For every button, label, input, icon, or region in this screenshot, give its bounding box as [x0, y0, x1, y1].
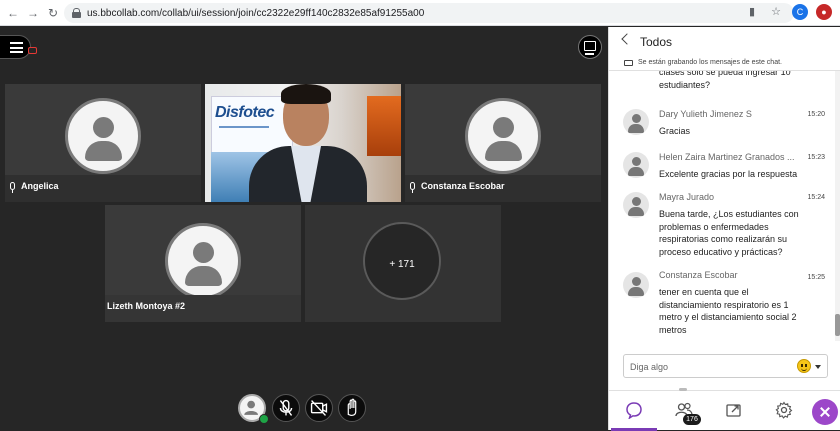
tab-settings[interactable]	[761, 391, 807, 431]
tab-attendees[interactable]: 176	[661, 391, 707, 431]
participant-tile[interactable]: Angelica	[5, 84, 201, 202]
profile-avatar[interactable]: C	[792, 4, 808, 20]
chat-panel: Todos Se están grabando los mensajes de …	[608, 27, 840, 431]
banner-logo-text: Disfotec	[215, 104, 275, 121]
close-panel-button[interactable]	[812, 399, 838, 425]
message-text: Gracias	[659, 126, 691, 136]
message-author: Constanza Escobar	[659, 270, 738, 280]
camera-permission-icon[interactable]: ▮	[744, 4, 760, 20]
message-author: Dary Yulieth Jimenez S	[659, 109, 752, 119]
attendees-count-badge: 176	[683, 414, 701, 425]
chat-scrollbar[interactable]	[835, 71, 840, 341]
message-time: 15:24	[807, 194, 825, 201]
microphone-icon	[10, 182, 15, 193]
more-participants-tile[interactable]: + 171	[305, 205, 501, 322]
raise-hand-icon	[347, 398, 357, 417]
camera-off-icon	[310, 400, 328, 416]
participant-name: Lizeth Montoya #2	[107, 301, 186, 311]
chat-input[interactable]: Diga algo	[623, 354, 828, 378]
browser-toolbar: ← → ↻ us.bbcollab.com/collab/ui/session/…	[0, 0, 840, 26]
my-status-button[interactable]	[238, 394, 269, 424]
status-available-icon	[259, 414, 269, 424]
hamburger-icon	[10, 42, 23, 53]
avatar	[465, 98, 541, 174]
message-author: Helen Zaira Martinez Granados ...	[659, 152, 795, 162]
address-bar[interactable]: us.bbcollab.com/collab/ui/session/join/c…	[64, 3, 794, 23]
back-chevron-icon[interactable]	[621, 33, 633, 45]
share-content-icon	[726, 404, 741, 417]
chat-title: Todos	[640, 35, 673, 49]
participant-name: Angelica	[21, 181, 59, 191]
avatar	[623, 109, 649, 135]
participant-name: Constanza Escobar	[421, 181, 505, 191]
avatar	[623, 272, 649, 298]
more-participants-count: + 171	[389, 259, 415, 270]
participant-tile[interactable]: Constanza Escobar	[405, 84, 601, 202]
message-author: Mayra Jurado	[659, 192, 715, 202]
message-time: 15:20	[807, 111, 825, 118]
more-participants-circle: + 171	[363, 222, 441, 300]
session-stage: Angelica Disfotec Constanza Escobar Lize…	[0, 27, 608, 430]
message-time: 15:23	[807, 154, 825, 161]
video-camera-icon	[624, 60, 633, 66]
tab-chat[interactable]	[611, 391, 657, 431]
participant-tile[interactable]: Lizeth Montoya #2	[105, 205, 301, 322]
layout-toggle-button[interactable]	[578, 35, 602, 59]
scrollbar-thumb[interactable]	[835, 314, 840, 336]
chat-input-placeholder: Diga algo	[630, 362, 669, 372]
recording-icon	[28, 47, 37, 54]
panel-tab-bar: 176	[609, 388, 840, 431]
emoji-icon[interactable]	[797, 359, 811, 373]
session-menu-button[interactable]	[0, 35, 31, 59]
chat-header: Todos	[609, 27, 840, 57]
microphone-off-icon	[279, 399, 293, 416]
avatar	[623, 192, 649, 218]
raise-hand-button[interactable]	[338, 394, 366, 422]
message-text: Buena tarde, ¿Los estudiantes con proble…	[659, 209, 799, 257]
lock-icon	[72, 8, 81, 18]
bookmark-star-icon[interactable]: ☆	[768, 4, 784, 20]
gear-icon	[775, 401, 793, 419]
microphone-icon	[410, 182, 415, 193]
recording-notice-text: Se están grabando los mensajes de este c…	[638, 59, 782, 66]
address-url: us.bbcollab.com/collab/ui/session/join/c…	[87, 7, 425, 19]
recording-notice: Se están grabando los mensajes de este c…	[609, 57, 840, 71]
microphone-toggle-button[interactable]	[272, 394, 300, 422]
avatar	[623, 152, 649, 178]
message-text: Excelente gracias por la respuesta	[659, 169, 798, 179]
forward-arrow-icon[interactable]: →	[26, 6, 40, 20]
avatar	[65, 98, 141, 174]
chat-messages[interactable]: clases solo se pueda ingresar 10 estudia…	[609, 71, 833, 341]
screen-icon	[584, 41, 596, 55]
avatar	[165, 223, 241, 299]
message-text: tener en cuenta que el distanciamiento r…	[659, 287, 797, 335]
message-time: 15:25	[807, 274, 825, 281]
camera-toggle-button[interactable]	[305, 394, 333, 422]
back-arrow-icon[interactable]: ←	[6, 6, 20, 20]
reload-icon[interactable]: ↻	[46, 6, 60, 20]
extension-icon[interactable]: ●	[816, 4, 832, 20]
tab-share-content[interactable]	[711, 391, 757, 431]
active-speaker-video[interactable]: Disfotec	[205, 84, 401, 202]
chat-bubble-icon	[626, 402, 642, 419]
message-text: clases solo se pueda ingresar 10 estudia…	[659, 71, 791, 90]
chevron-down-icon[interactable]	[815, 365, 821, 369]
